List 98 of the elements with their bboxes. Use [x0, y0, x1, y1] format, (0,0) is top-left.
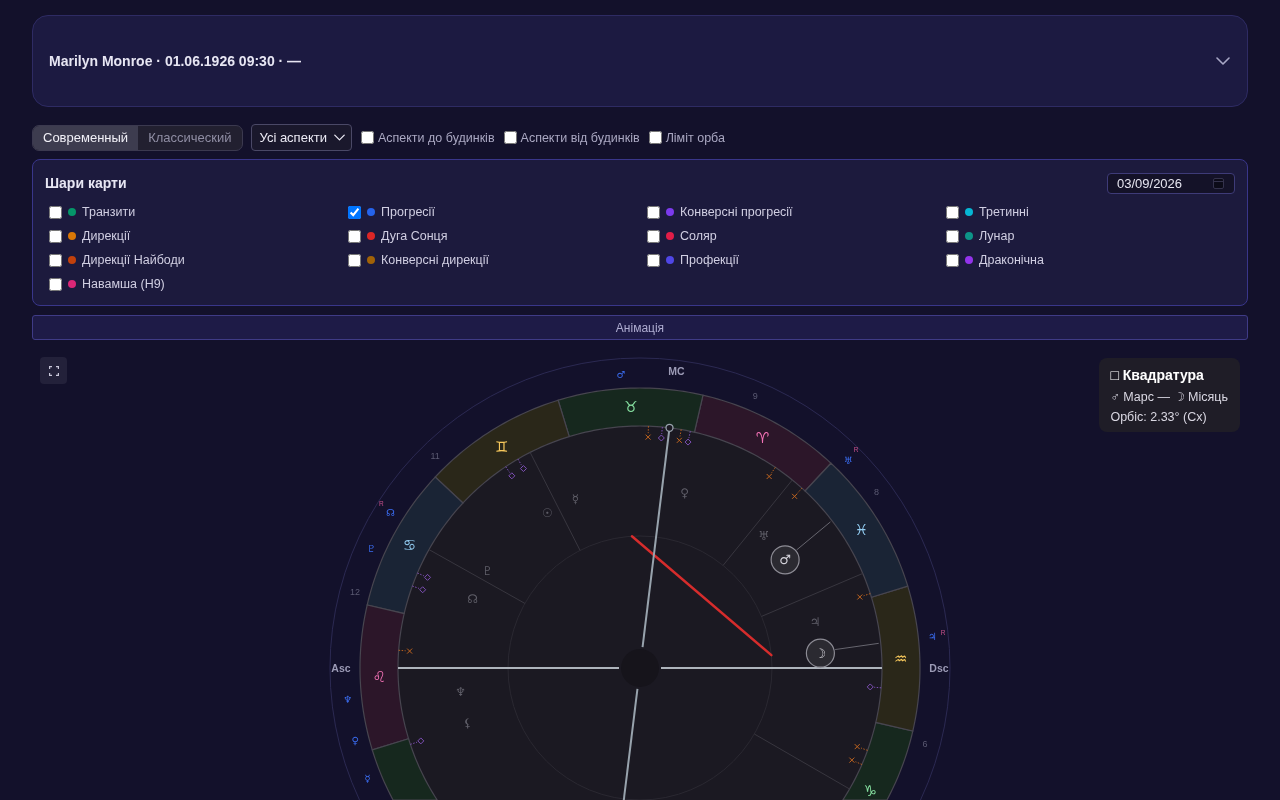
sign-glyph: ♒	[894, 649, 908, 668]
layer-checkbox[interactable]	[49, 253, 62, 267]
layer-checkbox[interactable]	[946, 253, 959, 267]
layer-label: Конверсні прогресії	[680, 205, 793, 219]
cross-marker-icon	[676, 429, 683, 444]
layer-checkbox[interactable]	[348, 229, 361, 243]
option-checkbox[interactable]	[360, 131, 374, 144]
planet-glyph: ♆	[343, 694, 353, 706]
sign-glyph: ♑	[863, 781, 878, 800]
house-number: 9	[752, 391, 758, 402]
layer-label: Драконічна	[979, 253, 1044, 267]
animation-button[interactable]: Анімація	[32, 315, 1248, 340]
house-number: 11	[430, 450, 440, 461]
layer-label: Прогресії	[381, 205, 435, 219]
cross-marker-icon	[398, 648, 413, 655]
fullscreen-icon	[48, 365, 59, 376]
house-number: 6	[922, 739, 928, 750]
planet-glyph: ♂	[616, 369, 626, 381]
sign-glyph: ♊	[494, 437, 509, 456]
option-label: Ліміт орба	[665, 130, 725, 145]
house-number: 12	[350, 586, 361, 597]
planet-glyph: ☿	[571, 491, 580, 506]
layer-checkbox[interactable]	[348, 205, 361, 219]
panel-title: Шари карти	[45, 175, 127, 191]
layer-checkbox[interactable]	[49, 205, 62, 219]
planet-glyph: ♅	[843, 454, 853, 466]
layer-label: Лунар	[979, 229, 1015, 243]
sign-glyph: ♓	[854, 520, 869, 539]
layer-label: Конверсні дирекції	[381, 253, 489, 267]
highlighted-planet[interactable]: ☽	[805, 638, 835, 668]
sign-glyph: ♋	[402, 536, 417, 555]
calendar-icon	[1213, 177, 1224, 189]
layer-checkbox[interactable]	[49, 277, 62, 291]
axis-label: Asc	[331, 662, 351, 674]
layer-checkbox[interactable]	[946, 205, 959, 219]
planet-glyph: ☊	[467, 592, 478, 607]
sign-glyph: ♈	[755, 428, 770, 447]
layer-checkbox[interactable]	[647, 253, 660, 267]
diamond-marker-icon	[409, 737, 425, 745]
planet-glyph: ♃	[927, 630, 937, 642]
sign-glyph: ♌	[372, 668, 386, 687]
layer-checkbox[interactable]	[348, 253, 361, 267]
tooltip-orb: Орбіс: 2.33° (Сх)	[1110, 409, 1208, 426]
planet-glyph: ☊	[386, 506, 396, 518]
planet-glyph: ♇	[481, 563, 493, 578]
mode-tab[interactable]: Современный	[33, 125, 139, 150]
layer-checkbox[interactable]	[49, 229, 62, 243]
planet-glyph: ♅	[758, 529, 770, 544]
diamond-marker-icon	[505, 466, 516, 480]
diamond-marker-icon	[411, 585, 427, 594]
planet-glyph: ♀	[351, 735, 359, 747]
mode-tab[interactable]: Классический	[138, 125, 242, 150]
option-label: Аспекти до будинків	[377, 130, 495, 145]
axis-label: MC	[668, 365, 685, 378]
planet-glyph: ♆	[455, 684, 466, 699]
diamond-marker-icon	[416, 572, 431, 581]
planet-glyph: ♃	[809, 615, 821, 630]
chevron-down-icon	[333, 134, 345, 141]
fullscreen-button[interactable]	[40, 357, 67, 384]
diamond-marker-icon	[684, 430, 692, 446]
planet-glyph: ⚸	[463, 716, 473, 731]
axis-label: Dsc	[929, 662, 949, 674]
cross-marker-icon	[848, 757, 863, 765]
layer-label: Третинні	[979, 205, 1029, 219]
layer-checkbox[interactable]	[946, 229, 959, 243]
diamond-marker-icon	[657, 426, 665, 442]
diamond-marker-icon	[517, 458, 527, 473]
highlighted-planet[interactable]: ♂	[770, 545, 800, 575]
layer-label: Дирекції Найбоди	[82, 253, 185, 267]
layer-label: Дирекції	[82, 229, 131, 243]
sign-glyph: ♉	[624, 398, 638, 417]
layer-label: Соляр	[680, 229, 717, 243]
planet-glyph: ☉	[541, 505, 553, 520]
cross-marker-icon	[791, 487, 803, 500]
layer-label: Навамша (H9)	[82, 277, 165, 291]
option-checkbox[interactable]	[648, 131, 662, 144]
tooltip-title: □ Квадратура	[1110, 366, 1205, 384]
layer-checkbox[interactable]	[647, 229, 660, 243]
option-checkbox[interactable]	[503, 131, 517, 144]
planet-glyph: ♀	[680, 485, 690, 500]
layer-label: Транзити	[82, 205, 136, 219]
date-field[interactable]: 03/09/2026	[1107, 172, 1235, 194]
cross-marker-icon	[854, 743, 869, 751]
house-number: 8	[874, 486, 880, 497]
cross-marker-icon	[645, 425, 652, 441]
cross-marker-icon	[766, 466, 776, 480]
chart-center	[621, 649, 659, 687]
aspect-select[interactable]: Усі аспекти	[250, 124, 352, 151]
layer-checkbox[interactable]	[647, 205, 660, 219]
tooltip-planets: ♂ Марс — ☽ Місяць	[1110, 389, 1228, 406]
layer-label: Профекції	[680, 253, 739, 267]
planet-glyph: ☿	[364, 772, 371, 784]
diamond-marker-icon	[866, 683, 882, 691]
option-label: Аспекти від будинків	[520, 130, 640, 145]
planet-glyph: ♇	[366, 542, 376, 554]
chart-title: Marilyn Monroe · 01.06.1926 09:30 · —	[49, 53, 302, 69]
cross-marker-icon	[856, 593, 871, 600]
layer-label: Дуга Сонця	[381, 229, 448, 243]
